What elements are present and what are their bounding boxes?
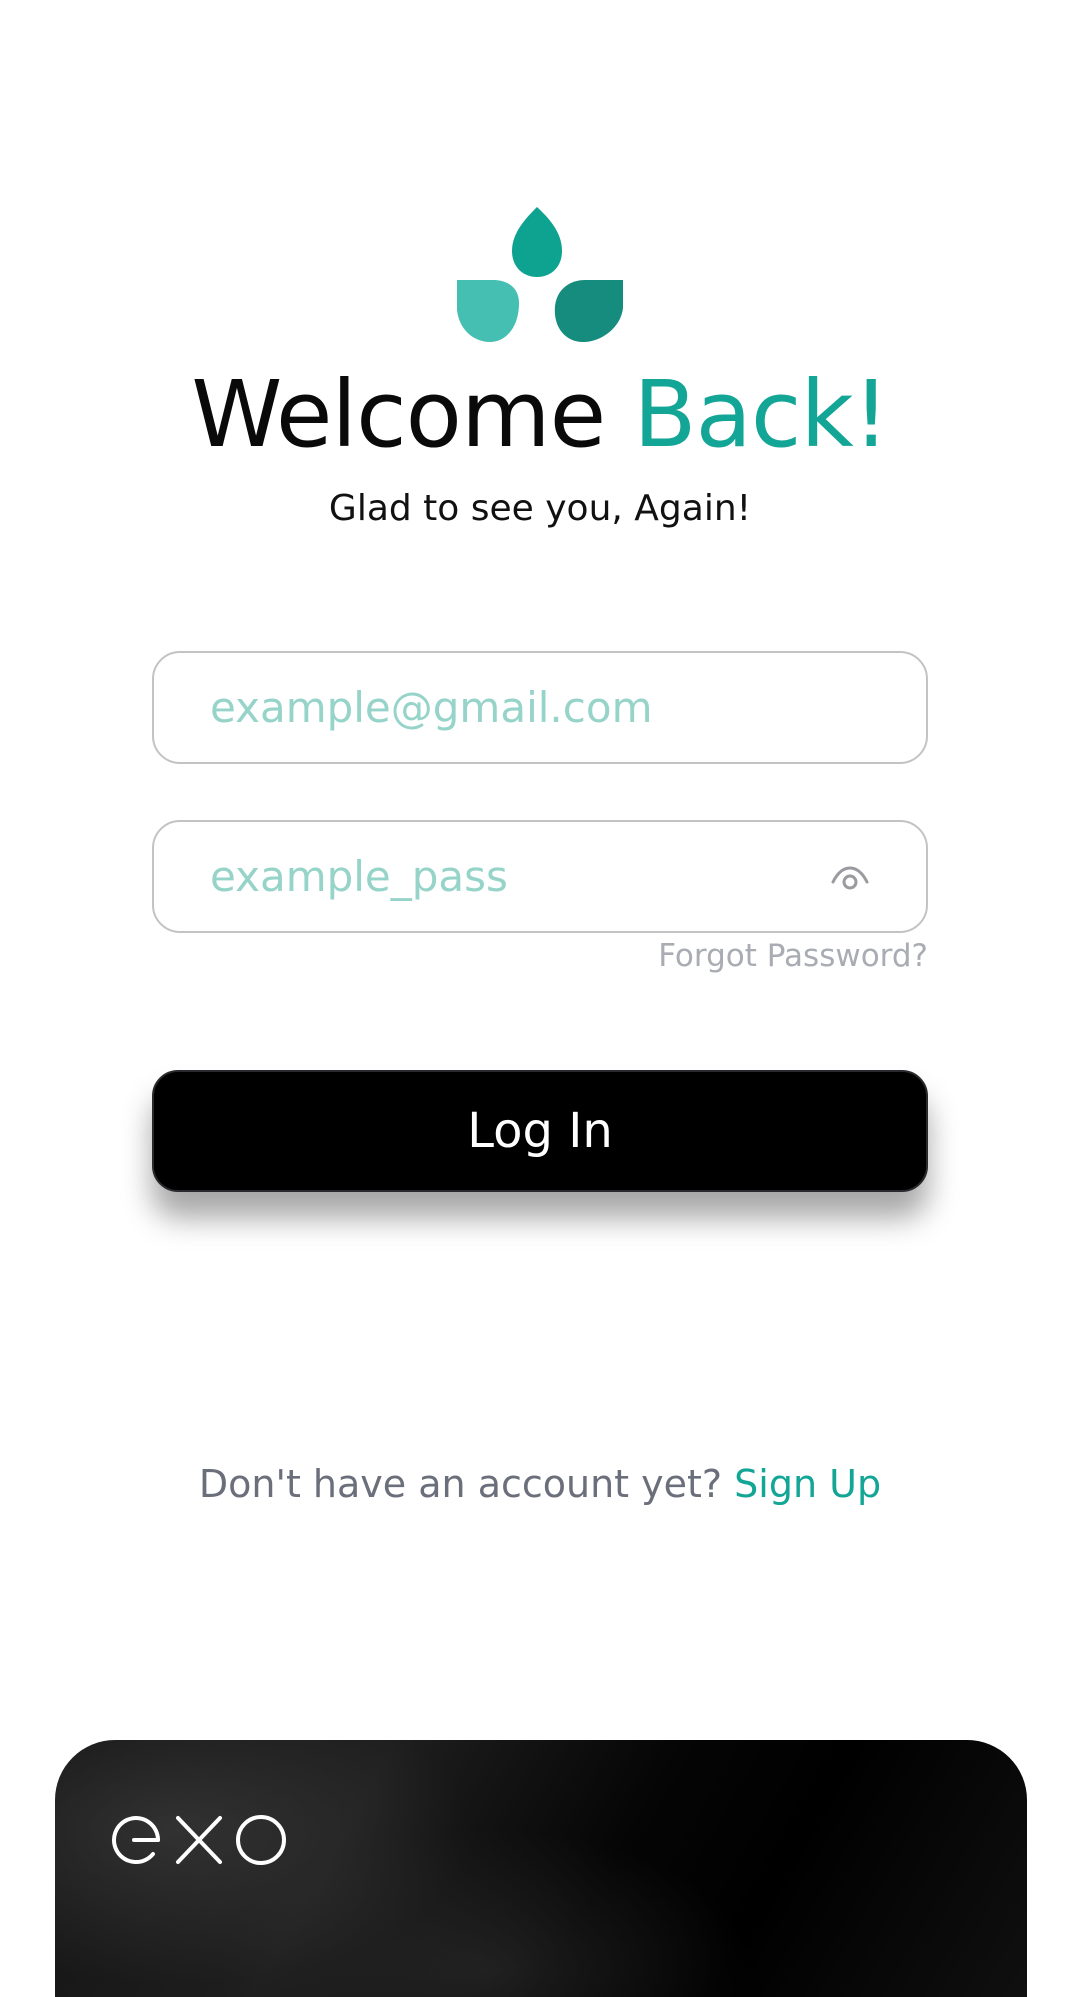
page-subtitle: Glad to see you, Again!: [328, 488, 752, 529]
signup-prompt-text: Don't have an account yet?: [198, 1462, 735, 1506]
leaves-logo-icon: [457, 207, 623, 342]
title-main: Welcome: [191, 361, 634, 468]
password-field-container: [152, 820, 928, 933]
email-input[interactable]: [154, 683, 926, 732]
title-accent: Back!: [633, 361, 889, 468]
page-title: Welcome Back!: [0, 360, 1080, 470]
login-button[interactable]: Log In: [152, 1070, 928, 1192]
password-input[interactable]: [154, 852, 926, 901]
promo-card: [55, 1740, 1027, 1997]
signup-prompt: Don't have an account yet? Sign Up: [0, 1459, 1080, 1509]
exo-brand-logo: [112, 1815, 286, 1865]
eye-icon[interactable]: [830, 862, 870, 894]
signup-link[interactable]: Sign Up: [734, 1462, 881, 1506]
email-field-container: [152, 651, 928, 764]
forgot-password-link[interactable]: Forgot Password?: [658, 938, 928, 974]
